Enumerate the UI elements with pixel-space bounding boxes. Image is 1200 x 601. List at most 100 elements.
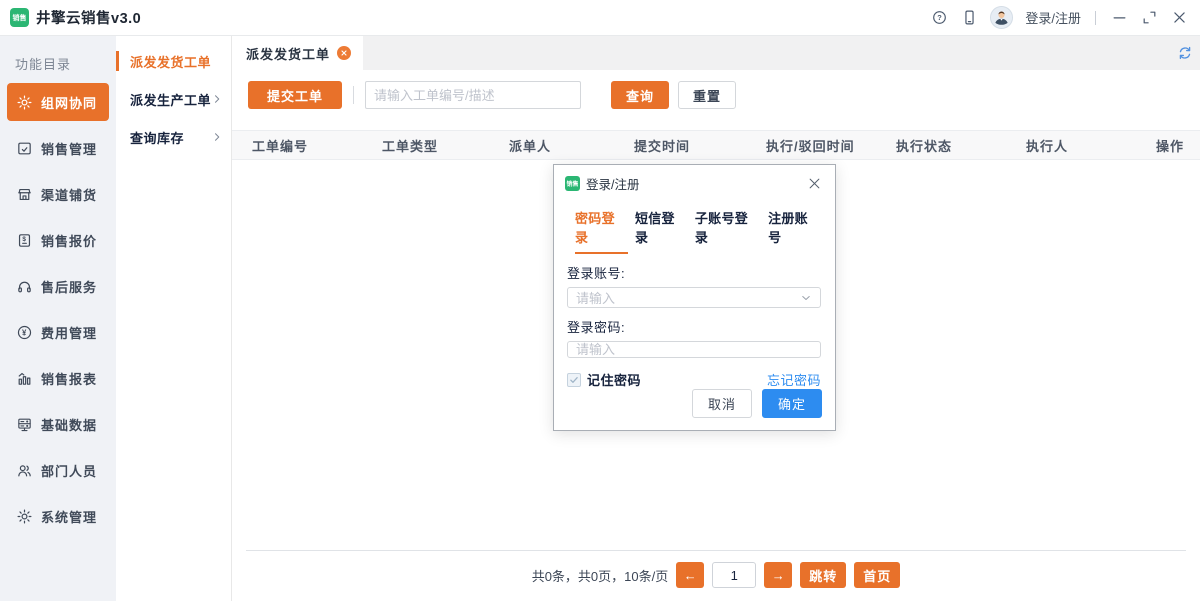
sidebar-item-sales-report[interactable]: 销售报表 bbox=[7, 359, 109, 397]
first-page-button[interactable]: 首页 bbox=[854, 562, 900, 588]
chevron-right-icon bbox=[211, 93, 223, 105]
query-button[interactable]: 查询 bbox=[611, 81, 669, 109]
mobile-phone-icon[interactable] bbox=[960, 9, 978, 27]
next-page-button[interactable]: → bbox=[764, 562, 792, 588]
sidebar-item-label: 基础数据 bbox=[41, 415, 97, 434]
submenu-item-query-inventory[interactable]: 查询库存 bbox=[116, 118, 231, 156]
people-icon bbox=[16, 462, 33, 479]
headset-icon bbox=[16, 278, 33, 295]
submenu-item-label: 查询库存 bbox=[130, 128, 184, 147]
password-input[interactable] bbox=[567, 341, 821, 358]
login-register-link[interactable]: 登录/注册 bbox=[1025, 8, 1081, 27]
brand: 销售 井擎云销售v3.0 bbox=[10, 7, 141, 28]
tab-dispatch-delivery-order[interactable]: 派发发货工单 bbox=[232, 36, 363, 70]
submit-workorder-button[interactable]: 提交工单 bbox=[248, 81, 342, 109]
pagination: 共0条，共0页，10条/页 ← → 跳转 首页 bbox=[246, 550, 1186, 601]
dollar-doc-icon: $ bbox=[16, 232, 33, 249]
column-header-exec-reject-time: 执行/驳回时间 bbox=[766, 136, 896, 155]
server-monitor-icon bbox=[16, 416, 33, 433]
sidebar-item-system-mgmt[interactable]: 系统管理 bbox=[7, 497, 109, 535]
sidebar-item-label: 销售报表 bbox=[41, 369, 97, 388]
page-number-input[interactable] bbox=[712, 562, 756, 588]
sidebar-item-network-collab[interactable]: 组网协同 bbox=[7, 83, 109, 121]
column-header-executor: 执行人 bbox=[1026, 136, 1156, 155]
svg-text:$: $ bbox=[22, 236, 26, 243]
sidebar: 功能目录 组网协同 销售管理 渠道铺货 $ 销售报价 售后服务 bbox=[0, 36, 116, 601]
minimize-icon[interactable] bbox=[1110, 9, 1128, 27]
reset-button[interactable]: 重置 bbox=[678, 81, 736, 109]
close-icon[interactable] bbox=[1170, 9, 1188, 27]
column-header-submit-time: 提交时间 bbox=[634, 136, 766, 155]
avatar[interactable] bbox=[990, 6, 1013, 29]
submenu-item-dispatch-delivery-order[interactable]: 派发发货工单 bbox=[116, 42, 231, 80]
sidebar-item-label: 销售报价 bbox=[41, 231, 97, 250]
confirm-button[interactable]: 确定 bbox=[762, 389, 822, 418]
storefront-icon bbox=[16, 186, 33, 203]
login-tabs: 密码登录 短信登录 子账号登录 注册账号 bbox=[554, 199, 835, 254]
table-header-row: 工单编号 工单类型 派单人 提交时间 执行/驳回时间 执行状态 执行人 操作 bbox=[232, 130, 1200, 160]
chevron-down-icon bbox=[800, 292, 812, 304]
column-header-exec-status: 执行状态 bbox=[896, 136, 1026, 155]
tabbar: 派发发货工单 bbox=[232, 36, 1200, 70]
maximize-icon[interactable] bbox=[1140, 9, 1158, 27]
app-window: 销售 井擎云销售v3.0 ? 登录/注册 bbox=[0, 0, 1200, 601]
account-label: 登录账号: bbox=[567, 263, 821, 282]
modal-logo-icon: 销售 bbox=[565, 176, 580, 191]
pagination-summary: 共0条，共0页，10条/页 bbox=[532, 566, 669, 585]
titlebar-controls: ? 登录/注册 bbox=[930, 6, 1188, 29]
sidebar-item-base-data[interactable]: 基础数据 bbox=[7, 405, 109, 443]
refresh-icon[interactable] bbox=[1170, 45, 1200, 61]
sidebar-header: 功能目录 bbox=[0, 46, 116, 83]
account-select[interactable]: 请输入 bbox=[567, 287, 821, 308]
login-modal: 销售 登录/注册 密码登录 短信登录 子账号登录 注册账号 登录账号: 请输入 … bbox=[553, 164, 836, 431]
account-select-placeholder: 请输入 bbox=[576, 288, 800, 307]
yen-circle-icon: ¥ bbox=[16, 324, 33, 341]
modal-footer: 取消 确定 bbox=[554, 389, 835, 431]
bar-chart-icon bbox=[16, 370, 33, 387]
sidebar-item-label: 部门人员 bbox=[41, 461, 97, 480]
password-label: 登录密码: bbox=[567, 317, 821, 336]
remember-label: 记住密码 bbox=[587, 370, 767, 389]
forgot-password-link[interactable]: 忘记密码 bbox=[767, 370, 821, 389]
chevron-right-icon bbox=[211, 131, 223, 143]
svg-text:¥: ¥ bbox=[22, 328, 27, 337]
column-header-actions: 操作 bbox=[1156, 136, 1200, 155]
gear-icon bbox=[16, 508, 33, 525]
sidebar-item-label: 售后服务 bbox=[41, 277, 97, 296]
sidebar-item-label: 销售管理 bbox=[41, 139, 97, 158]
submenu-item-label: 派发发货工单 bbox=[130, 52, 211, 71]
help-icon[interactable]: ? bbox=[930, 9, 948, 27]
tab-label: 派发发货工单 bbox=[246, 44, 330, 63]
column-header-dispatcher: 派单人 bbox=[509, 136, 634, 155]
toolbar-divider bbox=[353, 86, 354, 104]
tab-register-account[interactable]: 注册账号 bbox=[768, 208, 821, 254]
prev-page-button[interactable]: ← bbox=[676, 562, 704, 588]
tab-subaccount-login[interactable]: 子账号登录 bbox=[695, 208, 761, 254]
sidebar-item-sales-mgmt[interactable]: 销售管理 bbox=[7, 129, 109, 167]
toolbar: 提交工单 查询 重置 bbox=[232, 70, 1200, 119]
modal-logo-text: 销售 bbox=[566, 179, 578, 188]
tab-sms-login[interactable]: 短信登录 bbox=[635, 208, 688, 254]
workorder-search-input[interactable] bbox=[365, 81, 581, 109]
cancel-button[interactable]: 取消 bbox=[692, 389, 752, 418]
column-header-order-no: 工单编号 bbox=[252, 136, 382, 155]
modal-close-icon[interactable] bbox=[807, 176, 823, 192]
sidebar-item-sales-quote[interactable]: $ 销售报价 bbox=[7, 221, 109, 259]
tab-password-login[interactable]: 密码登录 bbox=[575, 208, 628, 254]
jump-page-button[interactable]: 跳转 bbox=[800, 562, 846, 588]
submenu-item-dispatch-production-order[interactable]: 派发生产工单 bbox=[116, 80, 231, 118]
svg-text:?: ? bbox=[937, 13, 942, 22]
window-check-icon bbox=[16, 140, 33, 157]
column-header-order-type: 工单类型 bbox=[382, 136, 509, 155]
tab-close-icon[interactable] bbox=[337, 46, 351, 60]
sidebar-item-channel-distribution[interactable]: 渠道铺货 bbox=[7, 175, 109, 213]
sidebar-item-dept-personnel[interactable]: 部门人员 bbox=[7, 451, 109, 489]
sidebar-item-expense-mgmt[interactable]: ¥ 费用管理 bbox=[7, 313, 109, 351]
titlebar-divider bbox=[1095, 11, 1096, 25]
remember-checkbox[interactable] bbox=[567, 373, 581, 387]
sidebar-item-label: 费用管理 bbox=[41, 323, 97, 342]
sidebar-item-label: 组网协同 bbox=[41, 93, 97, 112]
sidebar-item-after-sales[interactable]: 售后服务 bbox=[7, 267, 109, 305]
gear-icon bbox=[16, 94, 33, 111]
submenu: 派发发货工单 派发生产工单 查询库存 bbox=[116, 36, 232, 601]
